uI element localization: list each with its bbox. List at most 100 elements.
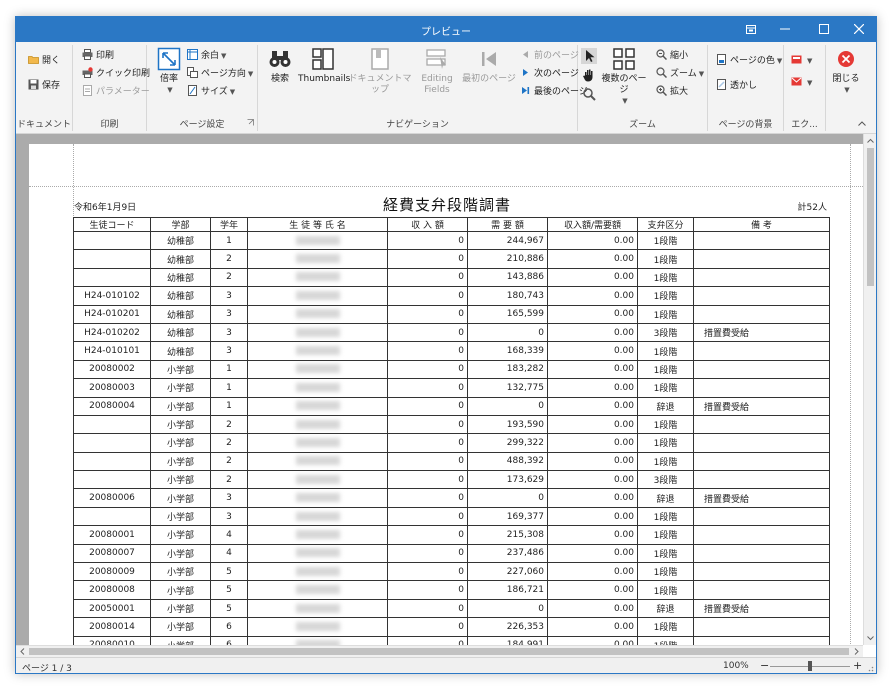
editing-fields-button[interactable]: Editing Fields xyxy=(414,47,460,96)
chevron-down-icon: ▼ xyxy=(167,86,173,94)
size-button[interactable]: サイズ ▼ xyxy=(187,84,235,100)
redacted-name xyxy=(295,401,340,411)
open-button[interactable]: 開く xyxy=(28,53,60,69)
grade-cell: 4 xyxy=(210,543,248,564)
redacted-name xyxy=(295,235,340,245)
department-cell: 小学部 xyxy=(150,506,211,527)
zoom-slider[interactable] xyxy=(770,661,850,671)
note-cell xyxy=(693,304,830,324)
scroll-down-arrow-icon[interactable] xyxy=(864,632,877,644)
many-pages-icon xyxy=(613,48,635,70)
ratio-cell: 0.00 xyxy=(547,396,638,416)
category-cell: 1段階 xyxy=(637,286,694,306)
previous-page-button[interactable]: 前のページ xyxy=(520,48,579,64)
resize-grip-icon[interactable] xyxy=(866,664,874,672)
redacted-name xyxy=(295,529,340,539)
first-page-button[interactable]: 最初のページ xyxy=(462,47,516,85)
category-cell: 1段階 xyxy=(637,230,694,251)
category-cell: 1段階 xyxy=(637,378,694,398)
scroll-left-arrow-icon[interactable] xyxy=(17,646,29,657)
redacted-name xyxy=(295,585,340,595)
hand-tool-button[interactable] xyxy=(581,67,597,83)
student-code-cell: H24-010101 xyxy=(73,341,151,361)
demand-cell: 183,282 xyxy=(467,359,548,380)
minimize-button[interactable] xyxy=(768,17,802,42)
watermark-button[interactable]: 透かし xyxy=(716,78,757,94)
horizontal-scroll-thumb[interactable] xyxy=(29,648,849,655)
magnifier-tool-button[interactable] xyxy=(581,86,597,102)
orientation-icon xyxy=(187,67,198,78)
zoom-in-label: 拡大 xyxy=(670,87,689,97)
orientation-button[interactable]: ページ方向 ▼ xyxy=(187,66,253,82)
student-name-cell xyxy=(247,562,388,582)
pointer-tool-button[interactable] xyxy=(581,48,597,64)
scroll-right-arrow-icon[interactable] xyxy=(850,646,862,657)
income-cell: 0 xyxy=(387,433,468,453)
ratio-cell: 0.00 xyxy=(547,304,638,324)
page-color-label: ページの色 xyxy=(730,56,775,66)
redacted-name xyxy=(295,437,340,447)
note-cell xyxy=(693,359,830,380)
note-cell xyxy=(693,580,830,600)
category-cell: 3段階 xyxy=(637,322,694,343)
category-cell: 1段階 xyxy=(637,341,694,361)
parameters-label: パラメーター xyxy=(96,87,150,97)
redacted-name xyxy=(295,346,340,356)
collapse-ribbon-icon[interactable] xyxy=(858,118,866,129)
horizontal-scrollbar[interactable] xyxy=(16,645,863,657)
department-cell: 小学部 xyxy=(150,598,211,619)
parameters-button[interactable]: パラメーター xyxy=(82,84,150,100)
table-row: 小学部 2 0 173,629 0.00 3段階 xyxy=(73,470,830,490)
print-label: 印刷 xyxy=(96,51,115,61)
demand-cell: 0 xyxy=(467,322,548,343)
vertical-scrollbar[interactable] xyxy=(863,134,876,645)
save-button[interactable]: 保存 xyxy=(28,78,60,94)
student-name-cell xyxy=(247,378,388,398)
document-viewer[interactable]: 経費支弁段階調書 令和6年1月9日 計52人 生徒コード 学部 学年生 徒 等 氏 … xyxy=(16,134,863,645)
window-layout-icon xyxy=(746,25,756,34)
income-cell: 0 xyxy=(387,580,468,600)
export-button[interactable]: ▼ xyxy=(791,53,812,69)
zoom-out-icon[interactable]: − xyxy=(760,659,769,672)
student-code-cell: 20080002 xyxy=(73,359,151,380)
search-button[interactable]: 検索 xyxy=(258,47,302,85)
print-button[interactable]: 印刷 xyxy=(82,48,114,64)
close-preview-button[interactable]: 閉じる ▼ xyxy=(826,47,866,96)
student-name-cell xyxy=(247,525,388,545)
close-window-button[interactable] xyxy=(842,17,876,42)
magnifier-icon xyxy=(583,88,596,101)
student-code-cell xyxy=(73,506,151,527)
dialog-launcher-icon[interactable] xyxy=(247,118,254,129)
ribbon-group-print: 印刷 クイック印刷 パラメーター 印刷 xyxy=(73,45,150,131)
table-row: 小学部 3 0 169,377 0.00 1段階 xyxy=(73,506,830,527)
vertical-scroll-thumb[interactable] xyxy=(867,148,874,286)
zoom-out-button[interactable]: 縮小 xyxy=(656,48,688,64)
zoom-in-button[interactable]: 拡大 xyxy=(656,84,688,100)
income-cell: 0 xyxy=(387,506,468,527)
scroll-up-arrow-icon[interactable] xyxy=(864,135,877,147)
document-map-button[interactable]: ドキュメントマップ xyxy=(348,47,412,96)
many-pages-button[interactable]: 複数のページ ▼ xyxy=(600,47,648,107)
maximize-button[interactable] xyxy=(807,17,841,42)
zoom-button[interactable]: ズーム ▼ xyxy=(656,66,704,82)
grade-cell: 2 xyxy=(210,414,248,435)
department-cell: 小学部 xyxy=(150,451,211,472)
margins-button[interactable]: 余白 ▼ xyxy=(187,48,226,64)
column-header: 備 考 xyxy=(693,217,830,232)
maximize-icon xyxy=(819,24,829,34)
restore-layout-button[interactable] xyxy=(734,17,768,42)
scale-button[interactable]: 倍率 ▼ xyxy=(147,47,191,96)
next-page-button[interactable]: 次のページ xyxy=(520,66,579,82)
quick-print-button[interactable]: クイック印刷 xyxy=(82,66,150,82)
zoom-slider-thumb[interactable] xyxy=(808,661,812,671)
thumbnails-button[interactable]: Thumbnails xyxy=(298,47,350,85)
student-code-cell: 20080014 xyxy=(73,617,151,637)
income-cell: 0 xyxy=(387,304,468,324)
page-color-button[interactable]: ページの色 ▼ xyxy=(716,53,782,69)
grade-cell: 5 xyxy=(210,598,248,619)
ribbon-group-page-setup: 倍率 ▼ 余白 ▼ ページ方向 ▼ サイズ ▼ ページ設定 xyxy=(147,45,258,131)
send-button[interactable]: ▼ xyxy=(791,75,812,91)
category-cell: 1段階 xyxy=(637,580,694,600)
department-cell: 小学部 xyxy=(150,378,211,398)
zoom-in-icon[interactable]: + xyxy=(853,659,862,672)
